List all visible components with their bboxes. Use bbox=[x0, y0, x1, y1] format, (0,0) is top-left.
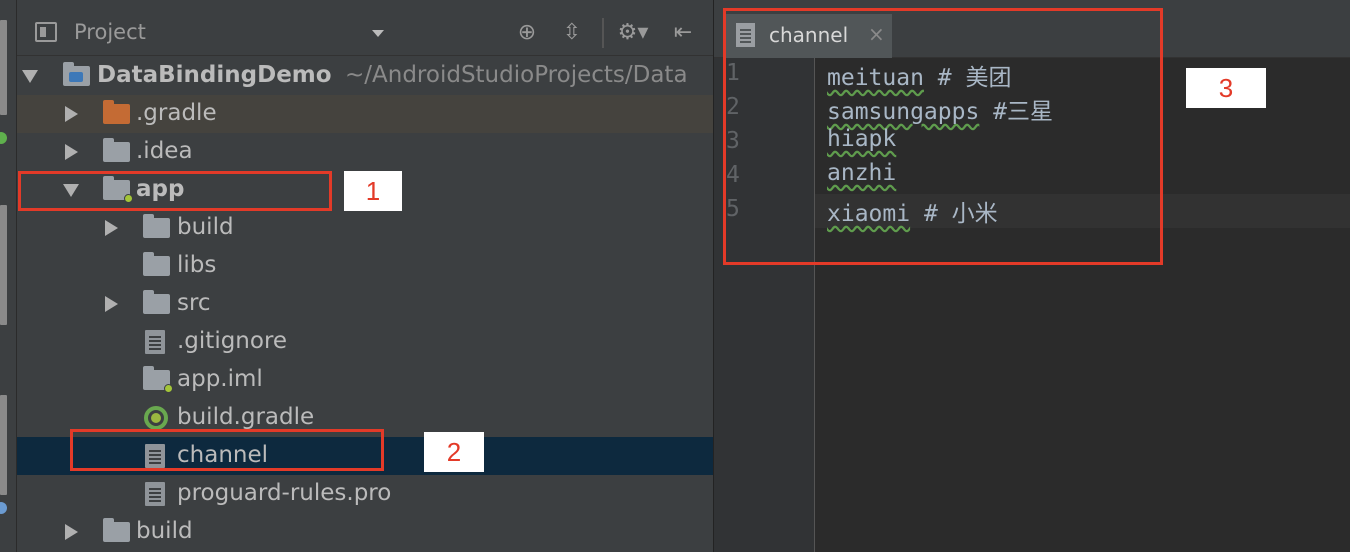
project-view-icon bbox=[35, 22, 57, 42]
tree-item-label: app.iml bbox=[177, 366, 263, 392]
project-panel-header: Project ⊕ ⇳ ⚙▾ ⇤ bbox=[17, 0, 713, 56]
collapse-arrow-icon[interactable] bbox=[105, 220, 118, 236]
annotation-label-1: 1 bbox=[344, 171, 402, 211]
tree-row-gradle-dir[interactable]: .gradle bbox=[17, 95, 713, 133]
expand-arrow-icon[interactable] bbox=[22, 70, 38, 83]
hide-panel-icon[interactable]: ⇤ bbox=[669, 20, 697, 46]
gear-icon[interactable]: ⚙▾ bbox=[615, 20, 651, 46]
tree-item-label: build bbox=[177, 214, 234, 240]
annotation-box-3 bbox=[723, 8, 1163, 265]
tree-item-label: build.gradle bbox=[177, 404, 315, 430]
view-dropdown-caret-icon[interactable] bbox=[372, 30, 384, 37]
folder-icon bbox=[143, 252, 170, 276]
tree-item-label: build bbox=[136, 518, 193, 544]
tree-item-label: .idea bbox=[136, 138, 193, 164]
locate-icon[interactable]: ⊕ bbox=[514, 20, 540, 46]
tree-row-build[interactable]: build bbox=[17, 513, 713, 551]
annotation-label-3: 3 bbox=[1186, 68, 1266, 108]
tree-item-label: .gitignore bbox=[177, 328, 288, 354]
annotation-label-2: 2 bbox=[424, 432, 484, 472]
favorites-tool-tab[interactable] bbox=[0, 395, 7, 495]
tree-item-label: proguard-rules.pro bbox=[177, 480, 392, 506]
panel-title[interactable]: Project bbox=[74, 20, 146, 44]
module-file-icon bbox=[143, 366, 173, 393]
folder-icon bbox=[103, 518, 130, 542]
tree-item-label: libs bbox=[177, 252, 217, 278]
header-divider bbox=[602, 18, 604, 48]
collapse-arrow-icon[interactable] bbox=[105, 296, 118, 312]
project-tool-tab[interactable] bbox=[0, 20, 7, 115]
tree-item-label: .gradle bbox=[136, 100, 217, 126]
tree-item-label: src bbox=[177, 290, 211, 316]
tree-row-proguard[interactable]: proguard-rules.pro bbox=[17, 475, 713, 513]
tree-row-src[interactable]: src bbox=[17, 285, 713, 323]
tree-row-app-iml[interactable]: app.iml bbox=[17, 361, 713, 399]
structure-tool-tab[interactable] bbox=[0, 205, 7, 325]
tree-row-libs[interactable]: libs bbox=[17, 247, 713, 285]
folder-icon bbox=[103, 138, 130, 162]
tree-row-root[interactable]: DataBindingDemo ~/AndroidStudioProjects/… bbox=[17, 57, 713, 95]
annotation-box-2 bbox=[70, 429, 384, 471]
android-icon bbox=[0, 132, 7, 144]
gradle-icon bbox=[144, 406, 168, 430]
module-folder-icon bbox=[63, 62, 90, 86]
project-path-hint: ~/AndroidStudioProjects/Data bbox=[345, 62, 688, 88]
annotation-box-1 bbox=[18, 171, 332, 211]
tree-row-app-build[interactable]: build bbox=[17, 209, 713, 247]
collapse-arrow-icon[interactable] bbox=[65, 106, 78, 122]
text-file-icon bbox=[145, 482, 165, 506]
tree-row-idea[interactable]: .idea bbox=[17, 133, 713, 171]
text-file-icon bbox=[145, 330, 165, 354]
build-variants-icon bbox=[0, 502, 7, 514]
folder-icon bbox=[143, 214, 170, 238]
collapse-all-icon[interactable]: ⇳ bbox=[559, 20, 585, 46]
collapse-arrow-icon[interactable] bbox=[65, 524, 78, 540]
folder-icon bbox=[143, 290, 170, 314]
left-tool-strip[interactable] bbox=[0, 0, 17, 552]
collapse-arrow-icon[interactable] bbox=[65, 144, 78, 160]
tree-row-gitignore[interactable]: .gitignore bbox=[17, 323, 713, 361]
folder-icon bbox=[103, 100, 130, 124]
tree-item-label: DataBindingDemo bbox=[97, 62, 332, 88]
